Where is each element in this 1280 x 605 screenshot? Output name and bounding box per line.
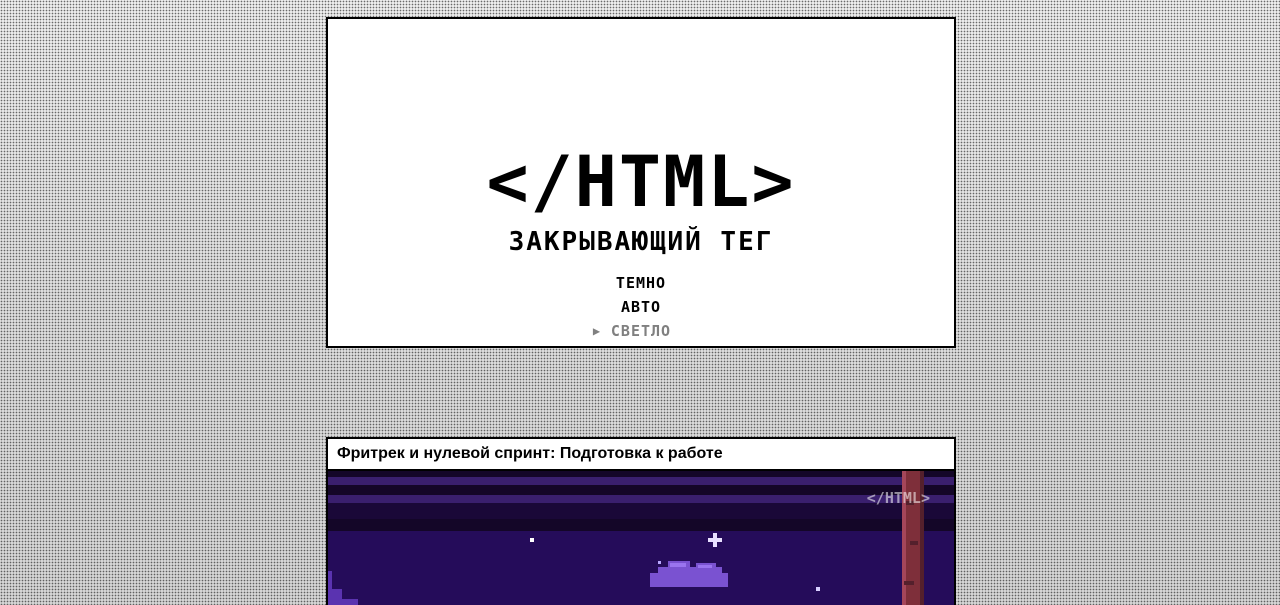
cover-logo-watermark: </HTML>	[866, 489, 930, 507]
sky-band	[328, 477, 954, 485]
article-cover-image[interactable]: </HTML>	[328, 471, 954, 605]
theme-switcher: ТЕМНО АВТО ▶ СВЕТЛО	[328, 271, 954, 343]
site-logo[interactable]: </HTML>	[328, 147, 954, 217]
theme-option-dark[interactable]: ТЕМНО	[328, 271, 954, 295]
sky-band	[328, 485, 954, 495]
article-title[interactable]: Фритрек и нулевой спринт: Подготовка к р…	[328, 439, 954, 471]
theme-option-label: ТЕМНО	[615, 274, 667, 292]
sky-band	[328, 495, 954, 503]
theme-option-label: АВТО	[620, 298, 662, 316]
site-header-card: </HTML> ЗАКРЫВАЮЩИЙ ТЕГ ТЕМНО АВТО ▶ СВЕ…	[326, 17, 956, 348]
sky-lower	[328, 531, 954, 605]
sky-band	[328, 471, 954, 477]
theme-option-auto[interactable]: АВТО	[328, 295, 954, 319]
star-icon	[658, 561, 661, 564]
sky-band	[328, 503, 954, 519]
theme-option-label: СВЕТЛО	[610, 322, 672, 340]
site-tagline: ЗАКРЫВАЮЩИЙ ТЕГ	[508, 227, 774, 257]
article-card[interactable]: Фритрек и нулевой спринт: Подготовка к р…	[326, 437, 956, 605]
star-icon	[530, 538, 534, 542]
theme-option-light[interactable]: ▶ СВЕТЛО	[328, 319, 954, 343]
selected-marker-icon: ▶	[592, 324, 602, 338]
star-icon	[816, 587, 820, 591]
sky-band	[328, 519, 954, 531]
pixel-night-scene	[328, 471, 954, 605]
